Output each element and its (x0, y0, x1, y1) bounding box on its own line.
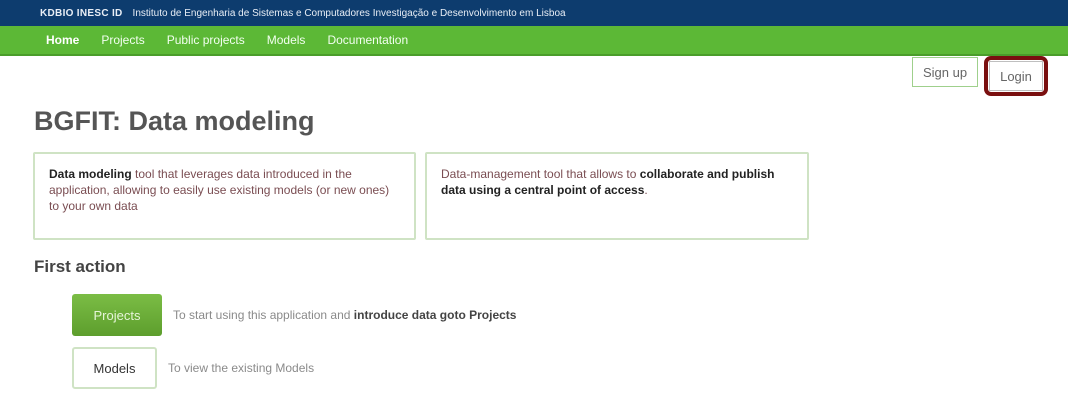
institution-short-name[interactable]: KDBIO INESC ID (40, 8, 123, 19)
action-description: To view the existing Models (168, 361, 315, 375)
action-desc-bold: introduce data goto Projects (353, 308, 517, 322)
models-button[interactable]: Models (72, 347, 157, 389)
action-description: To start using this application and intr… (173, 308, 516, 322)
feature-card-modeling: Data modeling tool that leverages data i… (33, 152, 416, 240)
card-bold-text: Data modeling (49, 167, 132, 181)
first-action-title: First action (34, 257, 126, 276)
institution-bar: KDBIO INESC ID Instituto de Engenharia d… (0, 0, 1068, 26)
auth-buttons: Sign up Login (912, 56, 1048, 96)
signup-button[interactable]: Sign up (912, 57, 979, 87)
action-row-models: Models To view the existing Models (72, 347, 314, 389)
nav-documentation[interactable]: Documentation (327, 33, 408, 47)
institution-full-name[interactable]: Instituto de Engenharia de Sistemas e Co… (133, 8, 566, 19)
projects-button[interactable]: Projects (72, 294, 162, 336)
login-button[interactable]: Login (989, 61, 1043, 91)
nav-public-projects[interactable]: Public projects (167, 33, 245, 47)
nav-projects[interactable]: Projects (101, 33, 144, 47)
feature-card-management: Data-management tool that allows to coll… (425, 152, 809, 240)
login-highlight: Login (984, 56, 1048, 96)
nav-home[interactable]: Home (46, 33, 79, 47)
nav-models[interactable]: Models (267, 33, 306, 47)
main-nav: Home Projects Public projects Models Doc… (0, 26, 1068, 56)
action-desc-text: To start using this application and (173, 308, 354, 322)
action-row-projects: Projects To start using this application… (72, 294, 516, 336)
page-title: BGFIT: Data modeling (34, 106, 315, 136)
card-tail: . (644, 183, 648, 197)
card-text: Data-management tool that allows to (441, 167, 640, 181)
